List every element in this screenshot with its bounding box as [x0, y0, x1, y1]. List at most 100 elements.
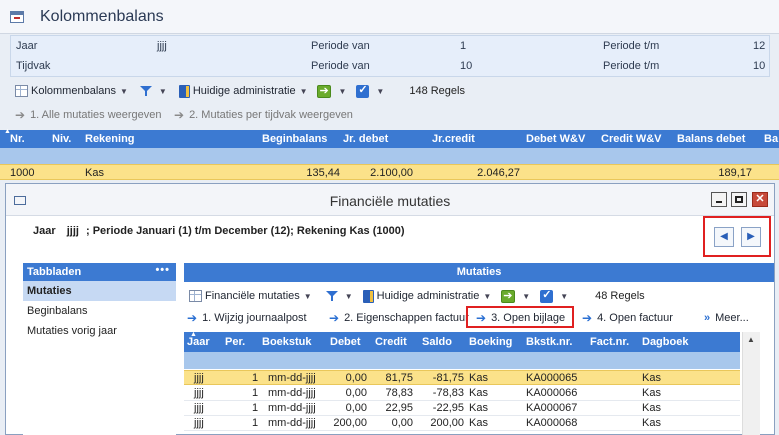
chevron-down-icon: ▼: [299, 86, 308, 96]
table-row[interactable]: 1000 Kas 135,44 2.100,00 2.046,27 189,17: [0, 164, 779, 180]
jaar-label: Jaar: [16, 40, 38, 52]
cell-dagboek: Kas: [642, 372, 661, 384]
cell-boekstuk: mm-dd-jjjj: [268, 372, 316, 384]
action-mutaties-per-tijdvak-label: 2. Mutaties per tijdvak weergeven: [189, 109, 353, 121]
col-jaar[interactable]: Jaar: [187, 336, 210, 348]
chevron-down-icon: ▼: [483, 291, 492, 301]
mutaties-toolbar: Financiële mutaties ▼ ▼ Huidige administ…: [186, 285, 645, 307]
cell-debet: 0,00: [345, 387, 367, 399]
cell-per: 1: [252, 372, 259, 384]
cell-credit: 0,00: [391, 417, 413, 429]
col-beginbalans[interactable]: Beginbalans: [262, 133, 327, 145]
col-debet-wv[interactable]: Debet W&V: [526, 133, 585, 145]
action-open-factuur[interactable]: ➔ 4. Open factuur: [582, 309, 673, 327]
cell-bkstk-nr: KA000068: [526, 417, 578, 429]
filter-dropdown[interactable]: ▼: [137, 80, 170, 102]
col-per[interactable]: Per.: [225, 336, 245, 348]
previous-record-button[interactable]: ◀: [714, 227, 734, 247]
tab-beginbalans[interactable]: Beginbalans: [23, 301, 176, 321]
col-balans-debet[interactable]: Balans debet: [677, 133, 745, 145]
col-dagboek[interactable]: Dagboek: [642, 336, 688, 348]
cell-saldo: 200,00: [430, 417, 464, 429]
mutaties-filter-dropdown[interactable]: ▼: [323, 285, 356, 307]
cell-boeking: Kas: [469, 417, 488, 429]
financiele-mutaties-label: Financiële mutaties: [205, 290, 300, 302]
child-title-bar[interactable]: Financiële mutaties ✕: [6, 184, 774, 216]
action-alle-mutaties[interactable]: ➔ 1. Alle mutaties weergeven: [15, 106, 162, 124]
periode-tm-value[interactable]: 12: [753, 40, 765, 52]
mutaties-row-count: 48 Regels: [595, 290, 645, 302]
tab-mutaties-vorig-jaar[interactable]: Mutaties vorig jaar: [23, 321, 176, 341]
more-dots-icon[interactable]: •••: [155, 264, 170, 276]
action-wijzig-journaalpost[interactable]: ➔ 1. Wijzig journaalpost: [187, 309, 307, 327]
go-dropdown[interactable]: ▼: [314, 80, 349, 102]
col-nr[interactable]: Nr.: [10, 133, 25, 145]
mutaties-administratie-dropdown[interactable]: Huidige administratie ▼: [360, 285, 495, 307]
balance-grid-filter-row[interactable]: [0, 148, 779, 164]
cell-debet: 200,00: [333, 417, 367, 429]
tabbladen-title: Tabbladen: [27, 266, 82, 278]
table-row[interactable]: jjjj 1 mm-dd-jjjj 0,00 22,95 -22,95 Kas …: [184, 401, 740, 416]
child-window-title: Financiële mutaties: [329, 193, 451, 209]
arrow-right-icon: ➔: [187, 311, 198, 325]
col-boeking[interactable]: Boeking: [469, 336, 512, 348]
vertical-scrollbar[interactable]: ▲: [742, 332, 760, 435]
mutaties-grid-filter-row[interactable]: [184, 352, 740, 369]
jaar-value[interactable]: jjjj: [157, 40, 167, 52]
action-open-bijlage[interactable]: ➔ 3. Open bijlage: [476, 309, 565, 327]
mutaties-select-dropdown[interactable]: ▼: [537, 285, 571, 307]
table-row[interactable]: jjjj 1 mm-dd-jjjj 200,00 0,00 200,00 Kas…: [184, 416, 740, 431]
col-jr-credit[interactable]: Jr.credit: [432, 133, 475, 145]
row-count: 148 Regels: [409, 85, 465, 97]
maximize-button[interactable]: [731, 192, 747, 207]
chevron-down-icon: ▼: [376, 86, 385, 96]
action-meer[interactable]: » Meer...: [704, 309, 749, 327]
table-row[interactable]: jjjj 1 mm-dd-jjjj 0,00 78,83 -78,83 Kas …: [184, 386, 740, 401]
col-fact-nr[interactable]: Fact.nr.: [590, 336, 629, 348]
table-row[interactable]: jjjj 1 mm-dd-jjjj 0,00 81,75 -81,75 Kas …: [184, 370, 740, 385]
col-jr-debet[interactable]: Jr. debet: [343, 133, 388, 145]
mutaties-go-dropdown[interactable]: ▼: [498, 285, 533, 307]
kolommenbalans-dropdown[interactable]: Kolommenbalans ▼: [12, 80, 131, 102]
tijdvak-label: Tijdvak: [16, 60, 51, 72]
col-debet[interactable]: Debet: [330, 336, 361, 348]
col-bkstk-nr[interactable]: Bkstk.nr.: [526, 336, 572, 348]
tijdvak-periode-tm-value[interactable]: 10: [753, 60, 765, 72]
col-niv[interactable]: Niv.: [52, 133, 71, 145]
tab-mutaties[interactable]: Mutaties: [23, 281, 176, 301]
chevron-down-icon: ▼: [303, 291, 312, 301]
cell-jaar: jjjj: [194, 402, 204, 414]
mutaties-grid-header: ▲ Jaar Per. Boekstuk Debet Credit Saldo …: [184, 331, 740, 352]
arrow-right-icon: ➔: [476, 311, 487, 325]
cell-beginbalans: 135,44: [306, 167, 340, 179]
checkbox-icon: [540, 288, 554, 303]
cell-boekstuk: mm-dd-jjjj: [268, 387, 316, 399]
main-title-bar: Kolommenbalans: [0, 0, 779, 34]
select-dropdown[interactable]: ▼: [353, 80, 387, 102]
scroll-up-icon[interactable]: ▲: [747, 335, 755, 344]
tijdvak-periode-van-label: Periode van: [311, 60, 370, 72]
action-eigenschappen-factuur[interactable]: ➔ 2. Eigenschappen factuur: [329, 309, 469, 327]
filter-icon: [139, 85, 152, 97]
chevron-down-icon: ▼: [158, 86, 167, 96]
col-saldo[interactable]: Saldo: [422, 336, 452, 348]
minimize-button[interactable]: [711, 192, 727, 207]
col-credit[interactable]: Credit: [375, 336, 407, 348]
filter-icon: [325, 290, 338, 302]
tijdvak-periode-van-value[interactable]: 10: [460, 60, 472, 72]
periode-van-value[interactable]: 1: [460, 40, 466, 52]
cell-nr: 1000: [10, 167, 35, 179]
next-record-button[interactable]: ▶: [741, 227, 761, 247]
administratie-dropdown[interactable]: Huidige administratie ▼: [176, 80, 311, 102]
arrow-right-icon: ➔: [329, 311, 340, 325]
close-button[interactable]: ✕: [752, 192, 768, 207]
financiele-mutaties-dropdown[interactable]: Financiële mutaties ▼: [186, 285, 315, 307]
col-balans-credit[interactable]: Ba: [764, 133, 778, 145]
kolommenbalans-label: Kolommenbalans: [31, 85, 116, 97]
arrow-right-icon: ➔: [174, 108, 185, 122]
col-boekstuk[interactable]: Boekstuk: [262, 336, 312, 348]
col-rekening[interactable]: Rekening: [85, 133, 135, 145]
col-credit-wv[interactable]: Credit W&V: [601, 133, 662, 145]
cell-jr-debet: 2.100,00: [370, 167, 413, 179]
action-mutaties-per-tijdvak[interactable]: ➔ 2. Mutaties per tijdvak weergeven: [174, 106, 353, 124]
